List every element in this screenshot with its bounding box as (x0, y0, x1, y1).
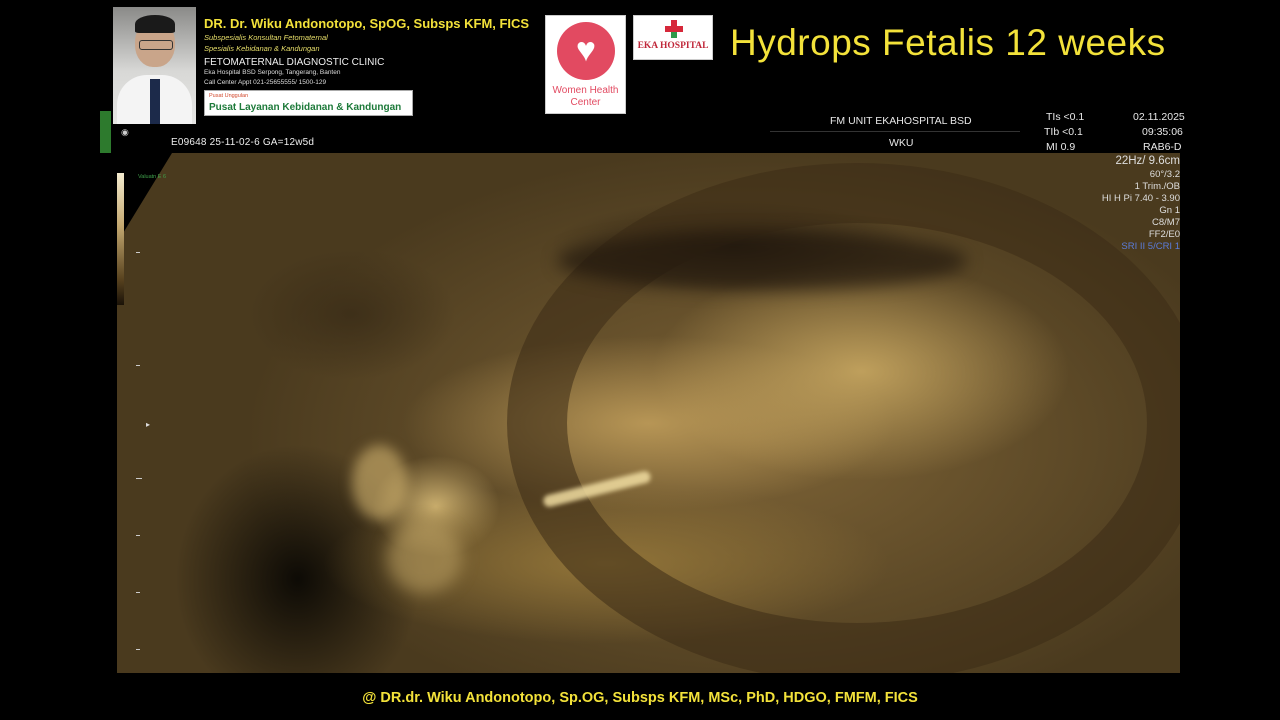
probe-name: RAB6-D (1143, 141, 1182, 153)
doctor-photo (113, 7, 196, 124)
operator-id: WKU (889, 137, 914, 149)
param-preset: 1 Trim./OB (1134, 181, 1180, 192)
medical-cross-icon (665, 20, 683, 38)
depth-tick (136, 365, 140, 366)
depth-tick (136, 252, 140, 253)
heart-icon: ♥ (575, 31, 597, 69)
clinic-phone: Call Center Appt 021-25655555/ 1500-129 (204, 79, 327, 86)
param-harmonic: HI H Pi 7.40 - 3.90 (1101, 193, 1180, 204)
focus-marker-icon: ▸ (146, 420, 151, 429)
depth-tick (136, 649, 140, 650)
colorbar-label: Valuatn E 6 (138, 174, 167, 180)
probe-orientation-icon: ◉ (121, 127, 129, 137)
scan-date: 02.11.2025 (1133, 111, 1185, 123)
tib-readout: TIb <0.1 (1044, 126, 1083, 138)
patient-line: E09648 25-11-02-6 GA=12w5d (171, 137, 315, 148)
divider (770, 131, 1020, 132)
center-badge: Pusat Unggulan Pusat Layanan Kebidanan &… (204, 90, 413, 116)
mi-readout: MI 0.9 (1046, 141, 1076, 153)
param-filter: FF2/E0 (1148, 229, 1180, 240)
status-bar (100, 111, 111, 153)
param-frame-depth: 22Hz/ 9.6cm (1115, 155, 1180, 167)
center-badge-main: Pusat Layanan Kebidanan & Kandungan (209, 102, 402, 113)
clinic-name: FETOMATERNAL DIAGNOSTIC CLINIC (204, 57, 385, 68)
depth-tick (136, 478, 142, 479)
param-angle: 60°/3.2 (1149, 169, 1180, 180)
param-map: C8/M7 (1152, 217, 1180, 228)
doctor-name: DR. Dr. Wiku Andonotopo, SpOG, Subsps KF… (204, 16, 530, 31)
unit-name: FM UNIT EKAHOSPITAL BSD (830, 115, 972, 127)
copyright-footer: @ DR.dr. Wiku Andonotopo, Sp.OG, Subsps … (362, 690, 918, 706)
eka-label: EKA HOSPITAL (637, 41, 709, 51)
women-health-center-logo: ♥ Women Health Center (545, 15, 626, 114)
doctor-subtitle-1: Subspesialis Konsultan Fetomaternal (204, 33, 328, 42)
ultrasound-image (117, 153, 1180, 673)
depth-tick (136, 592, 140, 593)
tis-readout: TIs <0.1 (1046, 111, 1085, 123)
depth-tick (136, 535, 140, 536)
whc-label: Women Health Center (552, 85, 619, 108)
grayscale-colorbar (117, 173, 124, 305)
eka-hospital-logo: EKA HOSPITAL (633, 15, 713, 60)
param-gain: Gn 1 (1159, 205, 1180, 216)
clinic-address: Eka Hospital BSD Serpong, Tangerang, Ban… (204, 69, 341, 76)
center-badge-small: Pusat Unggulan (209, 93, 249, 99)
video-title: Hydrops Fetalis 12 weeks (730, 22, 1166, 63)
param-sri: SRI II 5/CRI 1 (1121, 241, 1180, 252)
doctor-subtitle-2: Spesialis Kebidanan & Kandungan (204, 44, 320, 53)
scan-time: 09:35:06 (1142, 126, 1183, 138)
